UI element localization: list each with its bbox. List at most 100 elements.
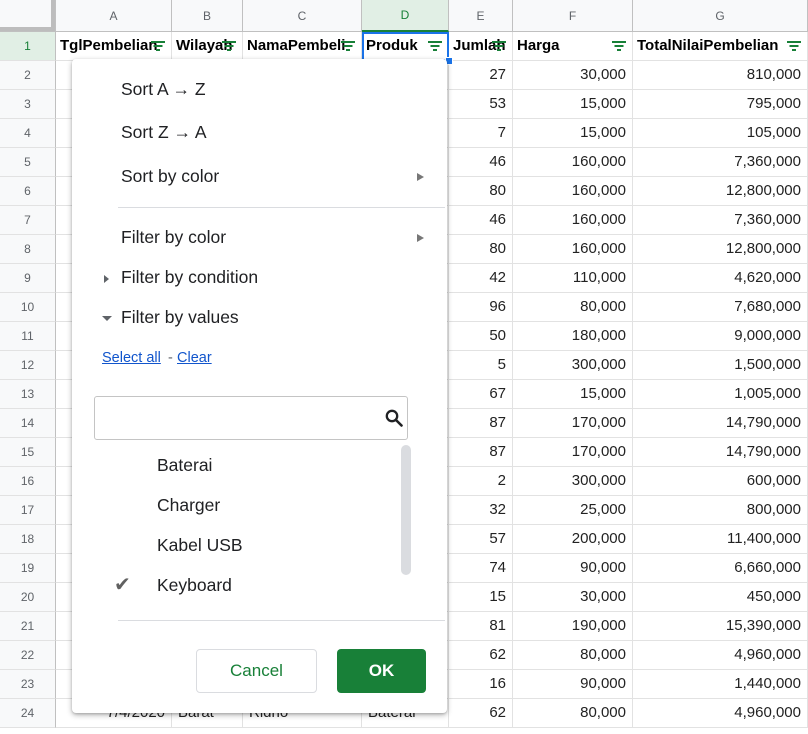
- clear-link[interactable]: Clear: [177, 350, 212, 366]
- table-cell[interactable]: 62: [449, 699, 513, 728]
- table-cell[interactable]: 80,000: [513, 293, 633, 322]
- column-header-b[interactable]: B: [172, 0, 243, 32]
- row-header[interactable]: 14: [0, 409, 56, 438]
- row-header[interactable]: 1: [0, 32, 56, 61]
- table-cell[interactable]: 200,000: [513, 525, 633, 554]
- column-header-c[interactable]: C: [243, 0, 362, 32]
- sort-a-z-item[interactable]: Sort A → Z: [121, 79, 206, 100]
- filter-icon[interactable]: [786, 41, 802, 53]
- table-cell[interactable]: 96: [449, 293, 513, 322]
- values-scrollbar[interactable]: [401, 445, 411, 575]
- table-cell[interactable]: 15,000: [513, 119, 633, 148]
- table-cell[interactable]: 160,000: [513, 148, 633, 177]
- table-cell[interactable]: 62: [449, 641, 513, 670]
- table-cell[interactable]: 160,000: [513, 177, 633, 206]
- column-header-d[interactable]: D: [362, 0, 449, 32]
- row-header[interactable]: 19: [0, 554, 56, 583]
- table-cell[interactable]: 42: [449, 264, 513, 293]
- select-all-corner[interactable]: [0, 0, 56, 32]
- column-header-f[interactable]: F: [513, 0, 633, 32]
- filter-by-condition-item[interactable]: Filter by condition: [121, 267, 258, 288]
- table-cell[interactable]: 11,400,000: [633, 525, 808, 554]
- filter-by-values-item[interactable]: Filter by values: [121, 307, 239, 328]
- value-option[interactable]: Kabel USB: [157, 535, 243, 556]
- column-header-e[interactable]: E: [449, 0, 513, 32]
- row-header[interactable]: 2: [0, 61, 56, 90]
- value-option[interactable]: Charger: [157, 495, 220, 516]
- table-cell[interactable]: 25,000: [513, 496, 633, 525]
- table-cell[interactable]: 110,000: [513, 264, 633, 293]
- header-cell-f[interactable]: Harga: [513, 32, 633, 61]
- value-option[interactable]: Baterai: [157, 455, 212, 476]
- table-cell[interactable]: 15: [449, 583, 513, 612]
- table-cell[interactable]: 1,440,000: [633, 670, 808, 699]
- row-header[interactable]: 9: [0, 264, 56, 293]
- table-cell[interactable]: 2: [449, 467, 513, 496]
- table-cell[interactable]: 80,000: [513, 699, 633, 728]
- table-cell[interactable]: 87: [449, 409, 513, 438]
- table-cell[interactable]: 80: [449, 177, 513, 206]
- header-cell-e[interactable]: Jumlah: [449, 32, 513, 61]
- table-cell[interactable]: 80: [449, 235, 513, 264]
- table-cell[interactable]: 80,000: [513, 641, 633, 670]
- row-header[interactable]: 24: [0, 699, 56, 728]
- table-cell[interactable]: 105,000: [633, 119, 808, 148]
- row-header[interactable]: 20: [0, 583, 56, 612]
- table-cell[interactable]: 795,000: [633, 90, 808, 119]
- header-cell-b[interactable]: Wilayah: [172, 32, 243, 61]
- table-cell[interactable]: 170,000: [513, 409, 633, 438]
- table-cell[interactable]: 30,000: [513, 583, 633, 612]
- table-cell[interactable]: 600,000: [633, 467, 808, 496]
- header-cell-g[interactable]: TotalNilaiPembelian: [633, 32, 808, 61]
- table-cell[interactable]: 800,000: [633, 496, 808, 525]
- filter-icon[interactable]: [427, 41, 443, 53]
- table-cell[interactable]: 160,000: [513, 235, 633, 264]
- cancel-button[interactable]: Cancel: [196, 649, 317, 693]
- header-cell-d[interactable]: Produk: [362, 32, 449, 61]
- row-header[interactable]: 6: [0, 177, 56, 206]
- column-header-a[interactable]: A: [56, 0, 172, 32]
- row-header[interactable]: 4: [0, 119, 56, 148]
- table-cell[interactable]: 46: [449, 148, 513, 177]
- row-header[interactable]: 7: [0, 206, 56, 235]
- row-header[interactable]: 16: [0, 467, 56, 496]
- search-icon[interactable]: [385, 409, 403, 427]
- expand-right-icon[interactable]: [104, 275, 109, 283]
- table-cell[interactable]: 14,790,000: [633, 409, 808, 438]
- table-cell[interactable]: 50: [449, 322, 513, 351]
- check-icon[interactable]: ✔: [114, 572, 131, 597]
- header-cell-c[interactable]: NamaPembeli: [243, 32, 362, 61]
- table-cell[interactable]: 12,800,000: [633, 177, 808, 206]
- table-cell[interactable]: 87: [449, 438, 513, 467]
- row-header[interactable]: 3: [0, 90, 56, 119]
- ok-button[interactable]: OK: [337, 649, 426, 693]
- table-cell[interactable]: 300,000: [513, 351, 633, 380]
- row-header[interactable]: 23: [0, 670, 56, 699]
- table-cell[interactable]: 5: [449, 351, 513, 380]
- row-header[interactable]: 18: [0, 525, 56, 554]
- row-header[interactable]: 11: [0, 322, 56, 351]
- table-cell[interactable]: 7,680,000: [633, 293, 808, 322]
- select-all-link[interactable]: Select all: [102, 350, 161, 366]
- value-search-input[interactable]: [103, 397, 377, 439]
- table-cell[interactable]: 9,000,000: [633, 322, 808, 351]
- table-cell[interactable]: 16: [449, 670, 513, 699]
- table-cell[interactable]: 170,000: [513, 438, 633, 467]
- table-cell[interactable]: 4,960,000: [633, 699, 808, 728]
- collapse-down-icon[interactable]: [102, 316, 112, 321]
- row-header[interactable]: 12: [0, 351, 56, 380]
- table-cell[interactable]: 27: [449, 61, 513, 90]
- filter-icon[interactable]: [340, 41, 356, 53]
- table-cell[interactable]: 7,360,000: [633, 148, 808, 177]
- table-cell[interactable]: 450,000: [633, 583, 808, 612]
- sort-z-a-item[interactable]: Sort Z → A: [121, 122, 207, 143]
- header-cell-a[interactable]: TglPembelian: [56, 32, 172, 61]
- row-header[interactable]: 10: [0, 293, 56, 322]
- table-cell[interactable]: 15,000: [513, 90, 633, 119]
- table-cell[interactable]: 810,000: [633, 61, 808, 90]
- table-cell[interactable]: 81: [449, 612, 513, 641]
- table-cell[interactable]: 12,800,000: [633, 235, 808, 264]
- table-cell[interactable]: 4,960,000: [633, 641, 808, 670]
- table-cell[interactable]: 32: [449, 496, 513, 525]
- table-cell[interactable]: 15,390,000: [633, 612, 808, 641]
